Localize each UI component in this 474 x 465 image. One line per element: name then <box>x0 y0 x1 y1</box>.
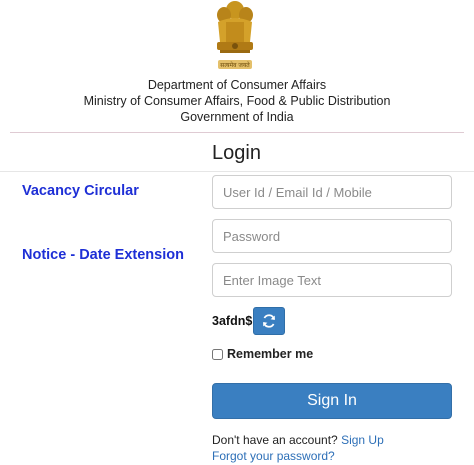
ministry-name: Ministry of Consumer Affairs, Food & Pub… <box>83 94 391 108</box>
department-name: Department of Consumer Affairs <box>147 78 327 92</box>
government-name: Government of India <box>180 110 294 124</box>
notice-date-extension-link[interactable]: Notice - Date Extension <box>22 247 184 263</box>
sign-in-button[interactable]: Sign In <box>212 383 452 419</box>
remember-me-checkbox[interactable] <box>212 348 223 360</box>
national-emblem-icon: सत्यमेव जयते <box>204 0 266 76</box>
username-input[interactable] <box>212 175 452 209</box>
password-input[interactable] <box>212 219 452 253</box>
login-title: Login <box>212 142 261 164</box>
no-account-text: Don't have an account? <box>212 433 338 447</box>
emblem-motto: सत्यमेव जयते <box>220 61 250 69</box>
signup-prompt: Don't have an account? Sign Up <box>212 433 384 447</box>
refresh-captcha-button[interactable] <box>253 307 285 335</box>
captcha-input[interactable] <box>212 263 452 297</box>
vacancy-circular-link[interactable]: Vacancy Circular <box>22 183 139 199</box>
sign-up-link[interactable]: Sign Up <box>341 433 384 447</box>
header-divider <box>10 132 464 133</box>
refresh-icon <box>263 314 275 328</box>
remember-me[interactable]: Remember me <box>212 347 313 361</box>
captcha-image-text: 3afdn$ <box>212 314 253 328</box>
title-divider <box>0 171 474 172</box>
remember-me-label: Remember me <box>227 347 314 361</box>
forgot-password-link[interactable]: Forgot your password? <box>212 449 335 463</box>
